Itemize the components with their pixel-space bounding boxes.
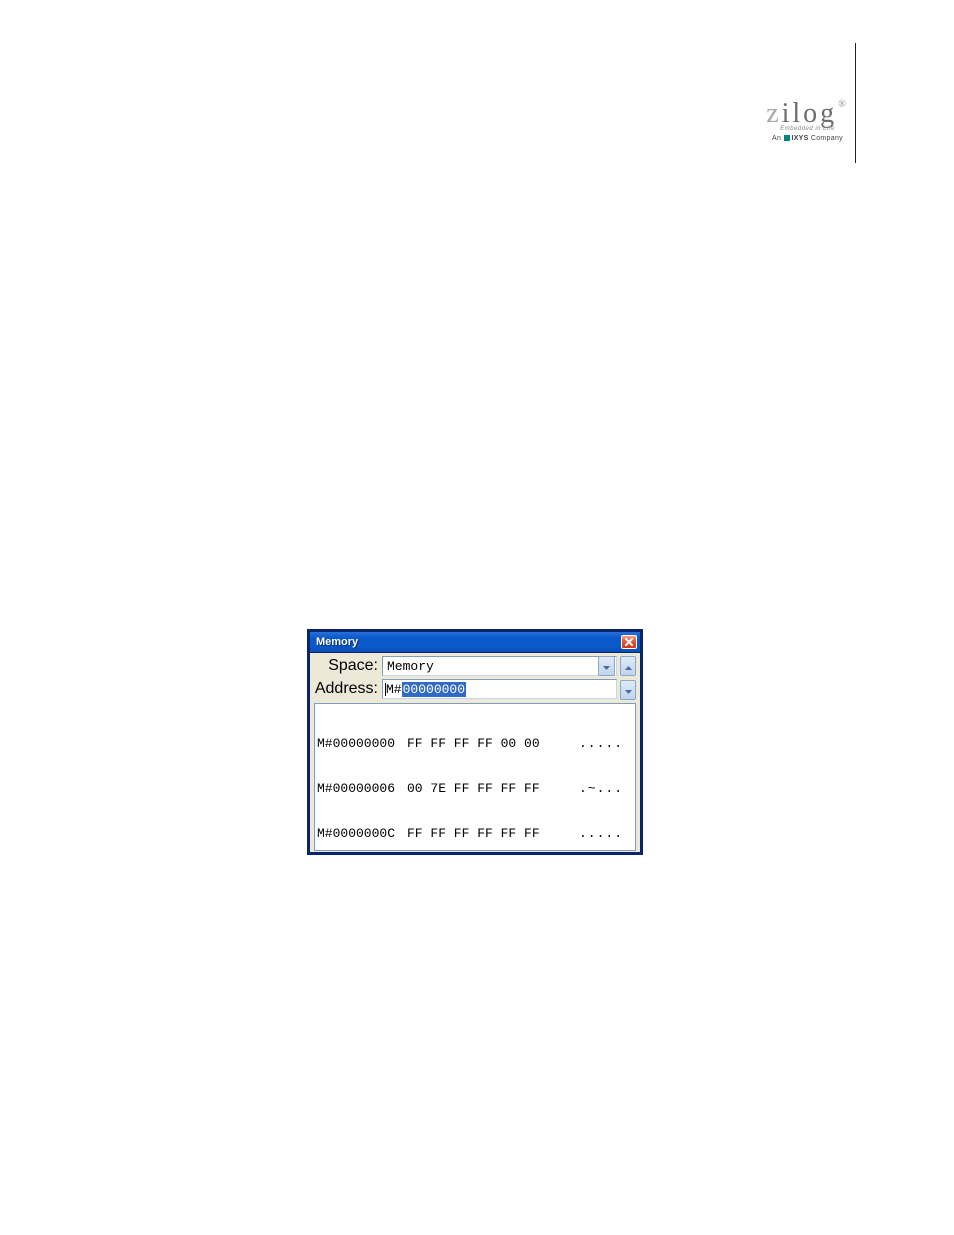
- spin-down-button[interactable]: [620, 680, 636, 700]
- spin-buttons: [620, 656, 636, 700]
- hex-row: M#00000000FF FF FF FF 00 00.....: [317, 736, 635, 751]
- space-dropdown-button[interactable]: [598, 656, 615, 676]
- logo-subline: An IXYS Company: [765, 135, 850, 142]
- hex-ascii: .....: [571, 826, 635, 841]
- address-prefix: M#: [386, 682, 402, 697]
- controls-area: Space: Memory Address: M#00000000: [310, 653, 640, 702]
- space-row: Space: Memory: [312, 656, 617, 676]
- hex-view[interactable]: M#00000000FF FF FF FF 00 00..... M#00000…: [314, 703, 636, 851]
- chevron-down-icon: [625, 681, 632, 699]
- logo-sub-brand: IXYS: [791, 135, 808, 142]
- chevron-up-icon: [625, 657, 632, 675]
- window-title: Memory: [316, 636, 358, 648]
- logo-reg-mark: ®: [838, 100, 849, 110]
- logo-letters-rest: ilog: [782, 98, 838, 129]
- titlebar[interactable]: Memory: [310, 629, 640, 653]
- hex-row: M#0000000CFF FF FF FF FF FF.....: [317, 826, 635, 841]
- space-dropdown[interactable]: Memory: [382, 656, 617, 676]
- memory-window: Memory Space: Memory Addres: [307, 629, 643, 855]
- address-input[interactable]: M#00000000: [382, 679, 617, 699]
- ixys-square-icon: [784, 135, 790, 141]
- hex-bytes[interactable]: FF FF FF FF 00 00: [407, 736, 571, 751]
- hex-row: M#0000000600 7E FF FF FF FF.~...: [317, 781, 635, 796]
- controls-left: Space: Memory Address: M#00000000: [312, 656, 617, 700]
- hex-ascii: .~...: [571, 781, 635, 796]
- hex-bytes[interactable]: 00 7E FF FF FF FF: [407, 781, 571, 796]
- hex-addr: M#0000000C: [317, 826, 407, 841]
- space-value: Memory: [387, 659, 434, 674]
- chevron-down-icon: [603, 659, 610, 674]
- close-icon: [625, 633, 633, 651]
- spin-up-button[interactable]: [620, 656, 636, 676]
- address-value-selected: 00000000: [402, 682, 466, 697]
- logo-letter-z: z: [766, 98, 781, 129]
- hex-bytes[interactable]: FF FF FF FF FF FF: [407, 826, 571, 841]
- side-rule: [855, 43, 856, 163]
- logo-sub-suffix: Company: [811, 135, 843, 142]
- hex-addr: M#00000006: [317, 781, 407, 796]
- logo-wordmark: zilog®: [765, 100, 850, 128]
- close-button[interactable]: [621, 635, 637, 649]
- address-label: Address:: [312, 680, 378, 698]
- space-label: Space:: [312, 657, 378, 675]
- hex-ascii: .....: [571, 736, 635, 751]
- logo-sub-prefix: An: [772, 135, 781, 142]
- hex-addr: M#00000000: [317, 736, 407, 751]
- zilog-logo: zilog® Embedded in Life An IXYS Company: [765, 100, 850, 142]
- address-row: Address: M#00000000: [312, 679, 617, 699]
